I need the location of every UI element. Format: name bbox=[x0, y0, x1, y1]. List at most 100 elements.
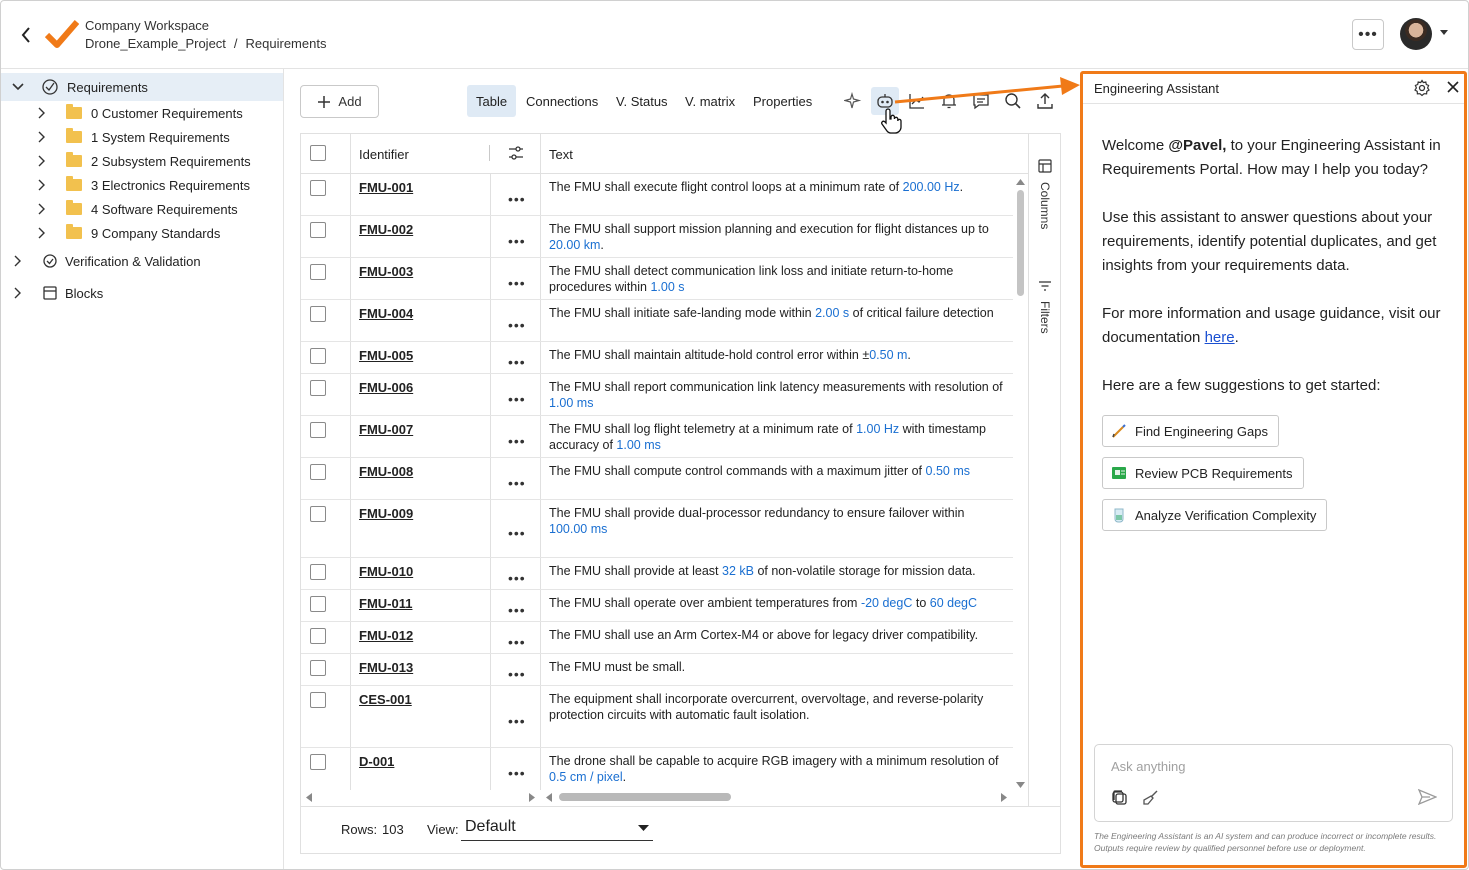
requirement-identifier[interactable]: FMU-001 bbox=[359, 180, 413, 195]
chevron-right-icon[interactable] bbox=[34, 225, 50, 241]
row-checkbox[interactable] bbox=[310, 754, 326, 770]
table-row[interactable]: CES-001 ••• The equipment shall incorporat… bbox=[301, 686, 1013, 748]
table-row[interactable]: FMU-011 ••• The FMU shall operate over amb… bbox=[301, 590, 1013, 622]
row-checkbox[interactable] bbox=[310, 506, 326, 522]
row-checkbox[interactable] bbox=[310, 264, 326, 280]
row-actions-button[interactable]: ••• bbox=[508, 765, 526, 781]
row-actions-button[interactable]: ••• bbox=[508, 570, 526, 586]
copy-icon[interactable] bbox=[1111, 789, 1129, 807]
requirement-identifier[interactable]: FMU-002 bbox=[359, 222, 413, 237]
column-header-text[interactable]: Text bbox=[549, 147, 573, 162]
tab-v-matrix[interactable]: V. matrix bbox=[676, 85, 744, 117]
row-actions-button[interactable]: ••• bbox=[508, 275, 526, 291]
row-actions-button[interactable]: ••• bbox=[508, 525, 526, 541]
clear-broom-icon[interactable] bbox=[1142, 789, 1160, 807]
tree-item-folder[interactable]: 0 Customer Requirements bbox=[1, 101, 283, 125]
caret-down-icon[interactable] bbox=[1440, 30, 1448, 35]
settings-gear-icon[interactable] bbox=[1413, 79, 1431, 97]
scroll-right-arrow[interactable] bbox=[529, 793, 536, 802]
tree-item-folder[interactable]: 2 Subsystem Requirements bbox=[1, 149, 283, 173]
columns-panel-toggle[interactable]: Columns bbox=[1029, 156, 1061, 236]
table-row[interactable]: FMU-007 ••• The FMU shall log flight telem… bbox=[301, 416, 1013, 458]
requirement-text[interactable]: The FMU must be small. bbox=[549, 659, 1011, 675]
tab-properties[interactable]: Properties bbox=[744, 85, 821, 117]
row-checkbox[interactable] bbox=[310, 180, 326, 196]
requirement-text[interactable]: The FMU shall use an Arm Cortex-M4 or ab… bbox=[549, 627, 1011, 643]
row-checkbox[interactable] bbox=[310, 628, 326, 644]
filters-panel-toggle[interactable]: Filters bbox=[1029, 277, 1061, 337]
requirement-text[interactable]: The FMU shall initiate safe-landing mode… bbox=[549, 305, 1011, 321]
comment-icon[interactable] bbox=[969, 89, 993, 113]
requirement-identifier[interactable]: FMU-010 bbox=[359, 564, 413, 579]
chevron-right-icon[interactable] bbox=[34, 129, 50, 145]
row-actions-button[interactable]: ••• bbox=[508, 634, 526, 650]
requirement-identifier[interactable]: FMU-006 bbox=[359, 380, 413, 395]
requirement-text[interactable]: The FMU shall detect communication link … bbox=[549, 263, 1011, 295]
suggestion-analyze-verification-complexity[interactable]: Analyze Verification Complexity bbox=[1102, 499, 1328, 531]
search-icon[interactable] bbox=[1001, 89, 1025, 113]
column-settings-icon[interactable] bbox=[508, 145, 524, 164]
row-actions-button[interactable]: ••• bbox=[508, 433, 526, 449]
breadcrumb-section[interactable]: Requirements bbox=[246, 36, 327, 51]
row-actions-button[interactable]: ••• bbox=[508, 317, 526, 333]
table-row[interactable]: FMU-012 ••• The FMU shall use an Arm Corte… bbox=[301, 622, 1013, 654]
requirement-text[interactable]: The equipment shall incorporate overcurr… bbox=[549, 691, 1011, 723]
row-checkbox[interactable] bbox=[310, 564, 326, 580]
vertical-scroll-thumb[interactable] bbox=[1017, 190, 1024, 296]
export-icon[interactable] bbox=[1033, 89, 1057, 113]
row-checkbox[interactable] bbox=[310, 596, 326, 612]
row-checkbox[interactable] bbox=[310, 660, 326, 676]
requirement-identifier[interactable]: FMU-013 bbox=[359, 660, 413, 675]
tree-item-folder[interactable]: 1 System Requirements bbox=[1, 125, 283, 149]
more-options-button[interactable]: ••• bbox=[1352, 19, 1384, 50]
suggestion-find-engineering-gaps[interactable]: Find Engineering Gaps bbox=[1102, 415, 1279, 447]
requirement-text[interactable]: The FMU shall provide dual-processor red… bbox=[549, 505, 1011, 537]
table-row[interactable]: FMU-005 ••• The FMU shall maintain altitud… bbox=[301, 342, 1013, 374]
row-actions-button[interactable]: ••• bbox=[508, 233, 526, 249]
back-button[interactable] bbox=[15, 23, 37, 47]
requirement-identifier[interactable]: FMU-004 bbox=[359, 306, 413, 321]
workspace-name[interactable]: Company Workspace bbox=[85, 18, 209, 33]
view-select[interactable]: Default bbox=[461, 815, 653, 841]
row-checkbox[interactable] bbox=[310, 464, 326, 480]
bell-icon[interactable] bbox=[937, 89, 961, 113]
requirement-text[interactable]: The FMU shall report communication link … bbox=[549, 379, 1011, 411]
chevron-right-icon[interactable] bbox=[34, 201, 50, 217]
table-row[interactable]: FMU-004 ••• The FMU shall initiate safe-la… bbox=[301, 300, 1013, 342]
vertical-scrollbar[interactable] bbox=[1015, 178, 1025, 790]
tree-item-folder[interactable]: 4 Software Requirements bbox=[1, 197, 283, 221]
tree-item-folder[interactable]: 9 Company Standards bbox=[1, 221, 283, 245]
row-actions-button[interactable]: ••• bbox=[508, 354, 526, 370]
requirement-text[interactable]: The FMU shall execute flight control loo… bbox=[549, 179, 1011, 195]
requirement-identifier[interactable]: D-001 bbox=[359, 754, 394, 769]
tab-v-status[interactable]: V. Status bbox=[607, 85, 677, 117]
row-actions-button[interactable]: ••• bbox=[508, 602, 526, 618]
row-checkbox[interactable] bbox=[310, 692, 326, 708]
chevron-right-icon[interactable] bbox=[10, 253, 26, 269]
breadcrumb-project[interactable]: Drone_Example_Project bbox=[85, 36, 226, 51]
table-row[interactable]: FMU-001 ••• The FMU shall execute flight c… bbox=[301, 174, 1013, 216]
table-row[interactable]: FMU-006 ••• The FMU shall report communica… bbox=[301, 374, 1013, 416]
tab-table[interactable]: Table bbox=[467, 85, 517, 117]
row-checkbox[interactable] bbox=[310, 380, 326, 396]
select-all-checkbox[interactable] bbox=[310, 145, 326, 161]
requirement-text[interactable]: The FMU shall log flight telemetry at a … bbox=[549, 421, 1011, 453]
table-row[interactable]: FMU-009 ••• The FMU shall provide dual-pro… bbox=[301, 500, 1013, 558]
requirement-text[interactable]: The FMU shall operate over ambient tempe… bbox=[549, 595, 1011, 611]
tree-item-folder[interactable]: 3 Electronics Requirements bbox=[1, 173, 283, 197]
requirement-text[interactable]: The FMU shall maintain altitude-hold con… bbox=[549, 347, 1011, 363]
requirement-identifier[interactable]: FMU-011 bbox=[359, 596, 412, 611]
user-avatar[interactable] bbox=[1400, 18, 1432, 50]
row-checkbox[interactable] bbox=[310, 306, 326, 322]
assistant-robot-icon[interactable] bbox=[871, 87, 899, 115]
scroll-right-arrow[interactable] bbox=[1001, 793, 1008, 802]
horizontal-scroll-thumb[interactable] bbox=[559, 793, 731, 801]
column-divider[interactable] bbox=[489, 145, 490, 161]
send-icon[interactable] bbox=[1417, 788, 1438, 807]
tree-item-blocks[interactable]: Blocks bbox=[1, 281, 283, 305]
chevron-right-icon[interactable] bbox=[34, 153, 50, 169]
requirement-identifier[interactable]: FMU-005 bbox=[359, 348, 413, 363]
row-actions-button[interactable]: ••• bbox=[508, 191, 526, 207]
row-checkbox[interactable] bbox=[310, 222, 326, 238]
row-actions-button[interactable]: ••• bbox=[508, 666, 526, 682]
